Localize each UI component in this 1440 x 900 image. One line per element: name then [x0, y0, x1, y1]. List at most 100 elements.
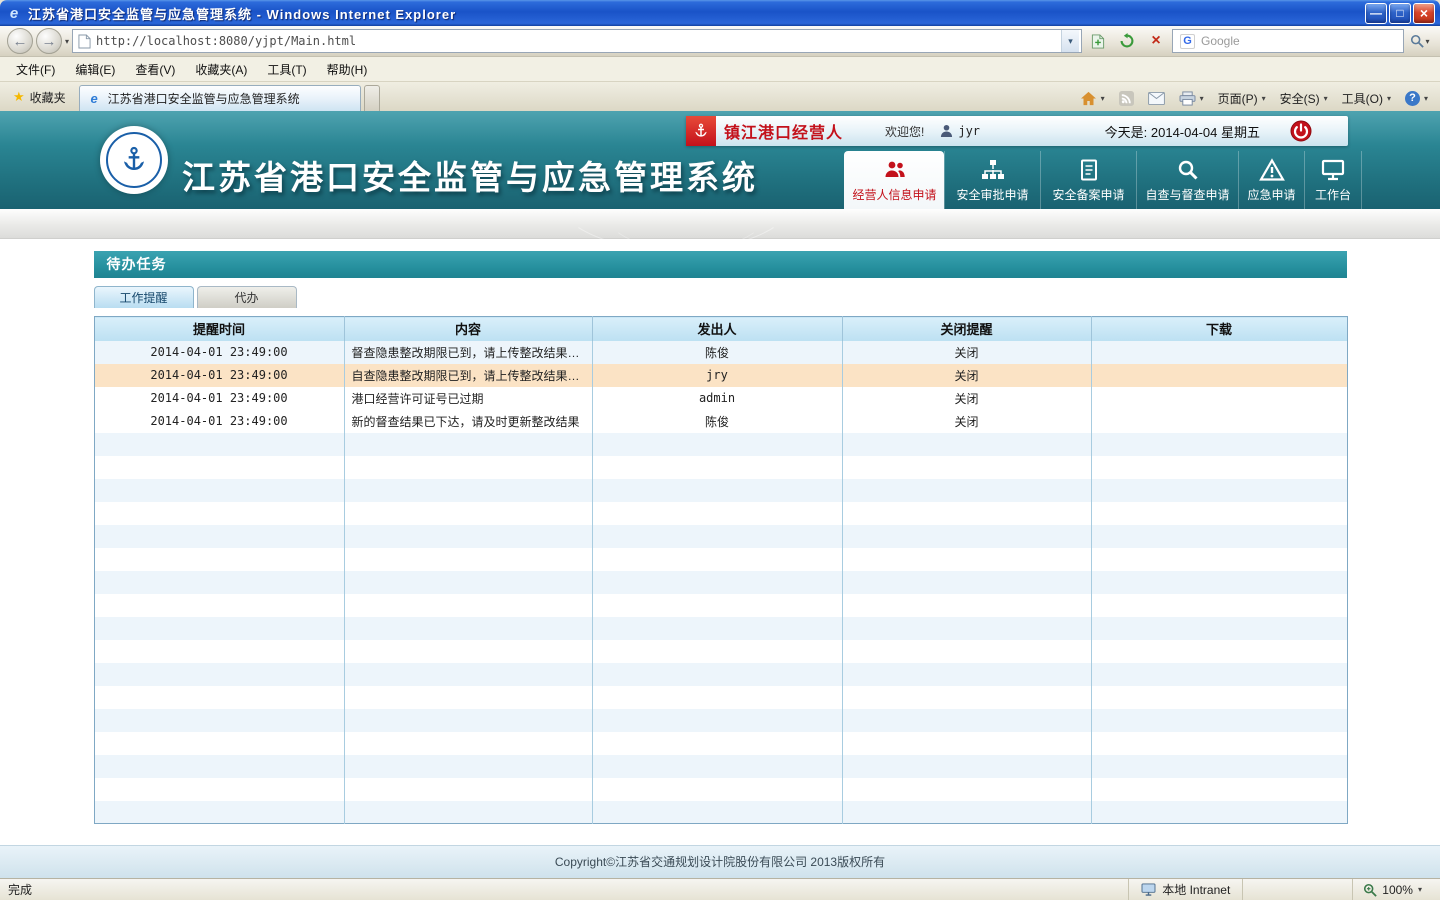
welcome-label: 欢迎您!	[885, 123, 924, 140]
cell-time: 2014-04-01 23:49:00	[94, 364, 344, 387]
history-dropdown[interactable]: ▾	[65, 37, 69, 46]
statusbar-panel	[1242, 879, 1352, 900]
table-row-empty	[94, 686, 1347, 709]
menu-help[interactable]: 帮助(H)	[317, 58, 378, 81]
cell-content: 新的督查结果已下达，请及时更新整改结果	[344, 410, 592, 433]
back-button[interactable]: ←	[7, 28, 33, 54]
close-reminder-link[interactable]: 关闭	[842, 341, 1091, 364]
status-bar: 完成 本地 Intranet 100% ▾	[0, 878, 1440, 900]
cell-content: 港口经营许可证号已过期	[344, 387, 592, 410]
read-mail-button[interactable]	[1142, 86, 1171, 110]
nav-label: 安全审批申请	[956, 186, 1028, 203]
new-tab-stub[interactable]	[364, 85, 380, 111]
safety-menu-button[interactable]: 安全(S) ▾	[1274, 86, 1334, 110]
tab-work-reminder[interactable]: 工作提醒	[94, 286, 194, 308]
minimize-button[interactable]: —	[1365, 3, 1387, 24]
user-icon	[940, 124, 953, 138]
date-value: 2014-04-04 星期五	[1151, 125, 1260, 140]
table-row-empty	[94, 456, 1347, 479]
zoom-dropdown[interactable]: ▾	[1418, 885, 1422, 894]
search-dropdown[interactable]: ▾	[1425, 37, 1429, 46]
ie-logo-icon: e	[5, 4, 23, 22]
nav-label: 工作台	[1315, 186, 1351, 203]
zoom-control[interactable]: 100% ▾	[1352, 879, 1432, 900]
page-header: 江苏省港口安全监管与应急管理系统 镇江港口经营人 欢迎您! jyr 今天是: 2…	[0, 111, 1440, 209]
nav-label: 经营人信息申请	[852, 186, 936, 203]
search-placeholder: Google	[1201, 34, 1240, 48]
table-row-empty	[94, 801, 1347, 824]
search-icon	[1410, 34, 1424, 48]
refresh-button[interactable]	[1114, 28, 1140, 54]
printer-icon	[1179, 91, 1196, 106]
close-reminder-link[interactable]: 关闭	[842, 364, 1091, 387]
page-menu-label: 页面(P)	[1218, 90, 1258, 107]
nav-label: 自查与督查申请	[1145, 186, 1229, 203]
zoom-icon	[1363, 883, 1377, 897]
nav-safety-approval[interactable]: 安全审批申请	[944, 151, 1040, 209]
cell-download	[1091, 410, 1347, 433]
address-dropdown[interactable]: ▾	[1061, 30, 1079, 52]
nav-operator-info[interactable]: 经营人信息申请	[844, 151, 944, 209]
favorites-button[interactable]: ★ 收藏夹	[4, 85, 75, 109]
page-icon	[78, 34, 91, 49]
browser-tab[interactable]: e 江苏省港口安全监管与应急管理系统	[79, 85, 361, 111]
tab-favicon: e	[87, 91, 102, 106]
close-button[interactable]: ×	[1413, 3, 1435, 24]
status-text: 完成	[8, 881, 32, 898]
zoom-level: 100%	[1382, 883, 1413, 897]
window-title: 江苏省港口安全监管与应急管理系统 - Windows Internet Expl…	[28, 4, 1360, 23]
stop-button[interactable]: ×	[1143, 28, 1169, 54]
favorites-bar: ★ 收藏夹 e 江苏省港口安全监管与应急管理系统 ▾ ▾ 页面(P)	[0, 82, 1440, 111]
operators-icon	[882, 158, 908, 182]
print-dropdown[interactable]: ▾	[1200, 94, 1204, 103]
nav-workbench[interactable]: 工作台	[1304, 151, 1362, 209]
close-reminder-link[interactable]: 关闭	[842, 387, 1091, 410]
compatibility-view-button[interactable]	[1085, 28, 1111, 54]
home-dropdown[interactable]: ▾	[1101, 94, 1105, 103]
favorites-label: 收藏夹	[30, 89, 66, 106]
menu-file[interactable]: 文件(F)	[6, 58, 65, 81]
page-menu-button[interactable]: 页面(P) ▾	[1212, 86, 1272, 110]
col-content: 内容	[344, 317, 592, 341]
page-menu-caret: ▾	[1262, 94, 1266, 103]
star-icon: ★	[13, 89, 25, 105]
home-button[interactable]: ▾	[1074, 86, 1111, 110]
role-badge: 镇江港口经营人	[724, 119, 843, 143]
forward-button[interactable]: →	[36, 28, 62, 54]
table-row-empty	[94, 594, 1347, 617]
address-toolbar: ← → ▾ http://localhost:8080/yjpt/Main.ht…	[0, 26, 1440, 57]
feeds-button[interactable]	[1113, 86, 1140, 110]
nav-inspection[interactable]: 自查与督查申请	[1136, 151, 1238, 209]
menu-view[interactable]: 查看(V)	[125, 58, 185, 81]
todo-table: 提醒时间 内容 发出人 关闭提醒 下载 2014-04-01 23:49:00 …	[94, 316, 1348, 824]
help-button[interactable]: ? ▾	[1399, 86, 1434, 110]
search-button[interactable]: ▾	[1407, 28, 1433, 54]
menu-edit[interactable]: 编辑(E)	[65, 58, 125, 81]
table-row-empty	[94, 732, 1347, 755]
col-download: 下载	[1091, 317, 1347, 341]
cell-download	[1091, 341, 1347, 364]
nav-label: 应急申请	[1247, 186, 1295, 203]
logout-button[interactable]	[1290, 120, 1312, 142]
table-row: 2014-04-01 23:49:00 港口经营许可证号已过期 admin 关闭	[94, 387, 1347, 410]
command-bar: ▾ ▾ 页面(P) ▾ 安全(S) ▾ 工具(O) ▾	[1074, 85, 1436, 111]
print-button[interactable]: ▾	[1173, 86, 1210, 110]
date-label: 今天是:	[1105, 125, 1148, 140]
user-strip: 镇江港口经营人 欢迎您! jyr 今天是: 2014-04-04 星期五	[686, 116, 1348, 146]
cell-sender: admin	[592, 387, 842, 410]
search-box[interactable]: G Google	[1172, 29, 1404, 53]
nav-safety-filing[interactable]: 安全备案申请	[1040, 151, 1136, 209]
safety-menu-caret: ▾	[1324, 94, 1328, 103]
tab-agency[interactable]: 代办	[197, 286, 297, 308]
menu-favorites[interactable]: 收藏夹(A)	[185, 58, 257, 81]
address-bar[interactable]: http://localhost:8080/yjpt/Main.html ▾	[72, 29, 1082, 53]
username: jyr	[958, 124, 980, 138]
nav-emergency[interactable]: 应急申请	[1238, 151, 1304, 209]
maximize-button[interactable]: □	[1389, 3, 1411, 24]
menu-tools[interactable]: 工具(T)	[257, 58, 316, 81]
menu-bar: 文件(F) 编辑(E) 查看(V) 收藏夹(A) 工具(T) 帮助(H)	[0, 57, 1440, 82]
tools-menu-button[interactable]: 工具(O) ▾	[1336, 86, 1397, 110]
title-bar: e 江苏省港口安全监管与应急管理系统 - Windows Internet Ex…	[0, 0, 1440, 26]
close-reminder-link[interactable]: 关闭	[842, 410, 1091, 433]
zone-label: 本地 Intranet	[1162, 881, 1230, 898]
